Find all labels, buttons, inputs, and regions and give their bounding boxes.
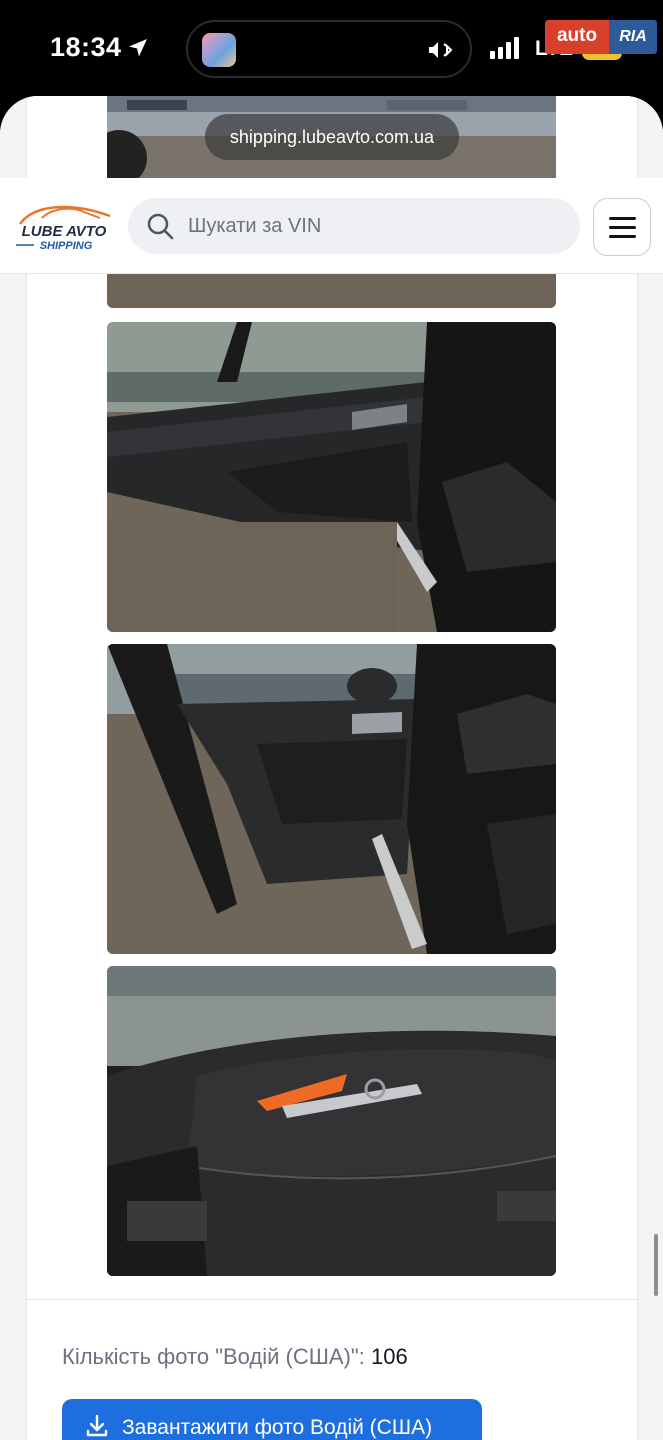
vin-search-input[interactable] <box>188 198 558 254</box>
watermark-ria: RIA <box>609 20 657 54</box>
browser-sheet: shipping.lubeavto.com.ua LUBE AVTO SHIPP… <box>0 96 663 1440</box>
menu-bar-icon <box>609 217 636 220</box>
mute-bluetooth-icon <box>429 42 453 58</box>
status-bar: 18:34 LTE 14 auto RIA <box>0 0 663 100</box>
dynamic-island[interactable] <box>186 20 472 78</box>
logo-subtext: SHIPPING <box>40 240 93 252</box>
gallery-photo-2[interactable] <box>107 644 556 954</box>
watermark-auto: auto <box>545 20 609 54</box>
hamburger-menu-button[interactable] <box>593 198 651 256</box>
download-button-label: Завантажити фото Водій (США) <box>122 1416 433 1439</box>
cellular-signal-icon <box>490 37 519 59</box>
download-photos-button[interactable]: Завантажити фото Водій (США) <box>62 1399 482 1440</box>
lube-avto-logo[interactable]: LUBE AVTO SHIPPING <box>12 198 116 254</box>
vin-search[interactable] <box>128 198 580 254</box>
photos-count-value: 106 <box>370 1344 408 1369</box>
menu-bar-icon <box>609 226 636 229</box>
gallery-photo-1[interactable] <box>107 322 556 632</box>
search-icon <box>147 213 174 240</box>
site-header: LUBE AVTO SHIPPING <box>0 178 663 274</box>
location-arrow-icon <box>129 39 147 57</box>
url-pill[interactable]: shipping.lubeavto.com.ua <box>205 114 459 160</box>
menu-bar-icon <box>609 235 636 238</box>
download-icon <box>86 1414 108 1437</box>
photos-count: Кількість фото "Водій (США)": 106 <box>62 1344 408 1370</box>
status-time: 18:34 <box>50 32 122 62</box>
autoria-watermark: auto RIA <box>545 20 657 54</box>
scroll-indicator[interactable] <box>654 1234 658 1296</box>
now-playing-artwork <box>202 33 236 67</box>
logo-text: LUBE AVTO <box>22 223 107 240</box>
gallery-photo-3[interactable] <box>107 966 556 1276</box>
section-divider <box>26 1299 638 1300</box>
photos-count-label: Кількість фото "Водій (США)": <box>62 1344 365 1369</box>
